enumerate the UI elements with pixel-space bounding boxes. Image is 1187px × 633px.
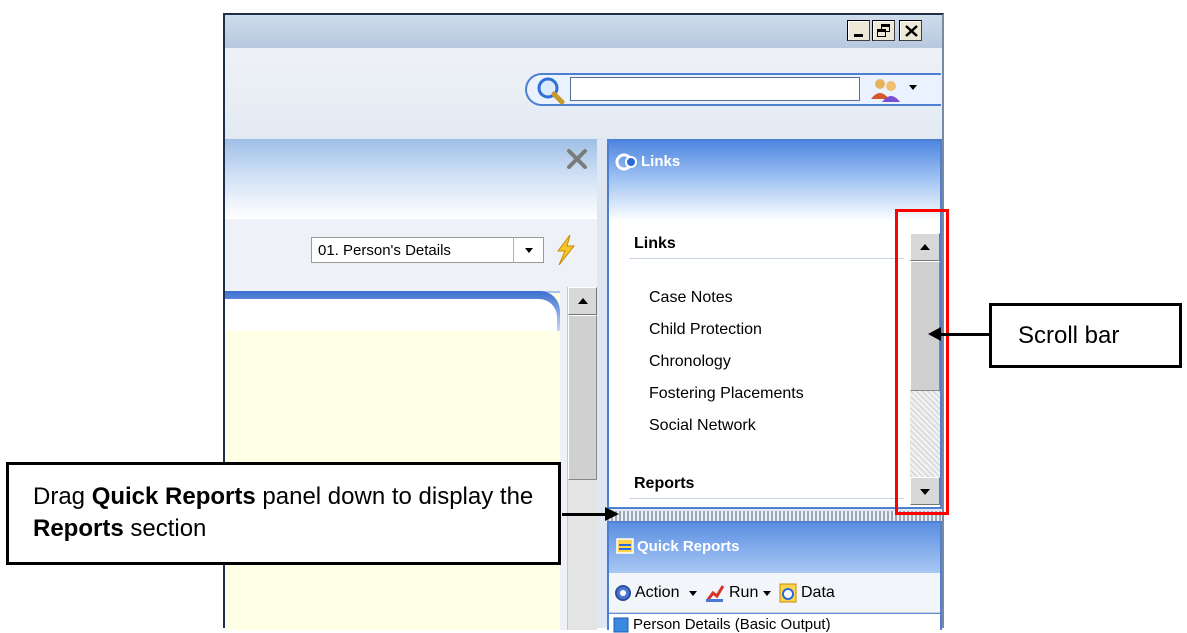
links-icon <box>615 153 637 171</box>
drag-callout-arrowhead <box>605 507 619 521</box>
form-selector-dropdown[interactable]: 01. Person's Details <box>311 237 544 263</box>
divider <box>629 258 904 259</box>
main-panel-header <box>225 139 597 219</box>
scroll-callout-arrowhead <box>928 327 941 341</box>
scrollbar-highlight-box <box>895 209 949 515</box>
form-tab-inner <box>225 299 557 331</box>
form-selector-arrow-button[interactable] <box>513 238 543 262</box>
quick-reports-title: Quick Reports <box>637 538 740 555</box>
section-reports-heading: Reports <box>634 475 695 492</box>
people-dropdown-arrow-icon[interactable] <box>909 85 917 90</box>
link-fostering-placements[interactable]: Fostering Placements <box>649 385 804 403</box>
chevron-down-icon <box>763 591 771 596</box>
links-panel: Links Links Case Notes Child Protection … <box>607 139 942 509</box>
links-panel-title: Links <box>641 153 681 170</box>
close-window-button[interactable] <box>899 20 922 41</box>
minimize-icon <box>854 34 863 37</box>
chevron-down-icon <box>525 248 533 253</box>
chart-run-icon <box>705 585 725 602</box>
link-case-notes[interactable]: Case Notes <box>649 289 733 307</box>
search-icon[interactable] <box>533 75 567 105</box>
title-bar <box>225 15 942 48</box>
data-icon <box>779 583 797 603</box>
lightning-icon[interactable] <box>550 233 580 267</box>
drag-callout-arrow-line <box>562 513 606 516</box>
quick-reports-toolbar: Action Run Data <box>609 573 940 613</box>
panel-splitter-handle[interactable] <box>607 511 942 521</box>
quick-report-row[interactable]: Person Details (Basic Output) <box>609 613 940 633</box>
drag-text-bold-reports: Reports <box>33 515 124 542</box>
report-icon <box>616 538 634 554</box>
action-label: Action <box>635 584 680 601</box>
section-links-heading: Links <box>634 235 676 252</box>
minimize-button[interactable] <box>847 20 870 41</box>
link-chronology[interactable]: Chronology <box>649 353 731 371</box>
arrow-up-icon <box>578 298 588 304</box>
close-icon <box>905 25 918 37</box>
drag-text-prefix: Drag <box>33 483 92 510</box>
search-input[interactable] <box>570 77 860 101</box>
divider <box>629 498 904 499</box>
scroll-callout-arrow-line <box>940 333 989 336</box>
report-item-icon <box>613 617 629 633</box>
form-scroll-thumb[interactable] <box>568 315 597 480</box>
chevron-down-icon <box>689 591 697 596</box>
form-selector-value: 01. Person's Details <box>318 242 451 259</box>
panel-close-icon[interactable] <box>565 147 589 171</box>
data-label: Data <box>801 584 835 601</box>
restore-button[interactable] <box>872 20 895 41</box>
link-child-protection[interactable]: Child Protection <box>649 321 762 339</box>
form-scrollbar[interactable] <box>567 287 597 630</box>
drag-text-suffix: section <box>123 515 207 542</box>
links-panel-header: Links <box>609 141 940 221</box>
drag-text-bold-quick-reports: Quick Reports <box>91 483 256 510</box>
drag-text-middle: panel down to display the <box>255 483 534 510</box>
restore-icon-front <box>877 29 886 37</box>
drag-instruction-callout: Drag Quick Reports panel down to display… <box>6 462 561 565</box>
form-scroll-up-button[interactable] <box>568 287 597 315</box>
link-social-network[interactable]: Social Network <box>649 417 756 435</box>
scroll-bar-callout: Scroll bar <box>989 303 1182 368</box>
people-icon[interactable] <box>868 75 902 103</box>
quick-reports-panel: Quick Reports Action Run Data Person Det… <box>607 521 942 633</box>
form-content-area <box>225 291 560 630</box>
scroll-bar-callout-text: Scroll bar <box>1018 322 1120 349</box>
run-label: Run <box>729 584 759 601</box>
gear-icon <box>615 585 631 601</box>
quick-reports-header: Quick Reports <box>609 523 940 573</box>
quick-report-row-label: Person Details (Basic Output) <box>633 616 831 633</box>
